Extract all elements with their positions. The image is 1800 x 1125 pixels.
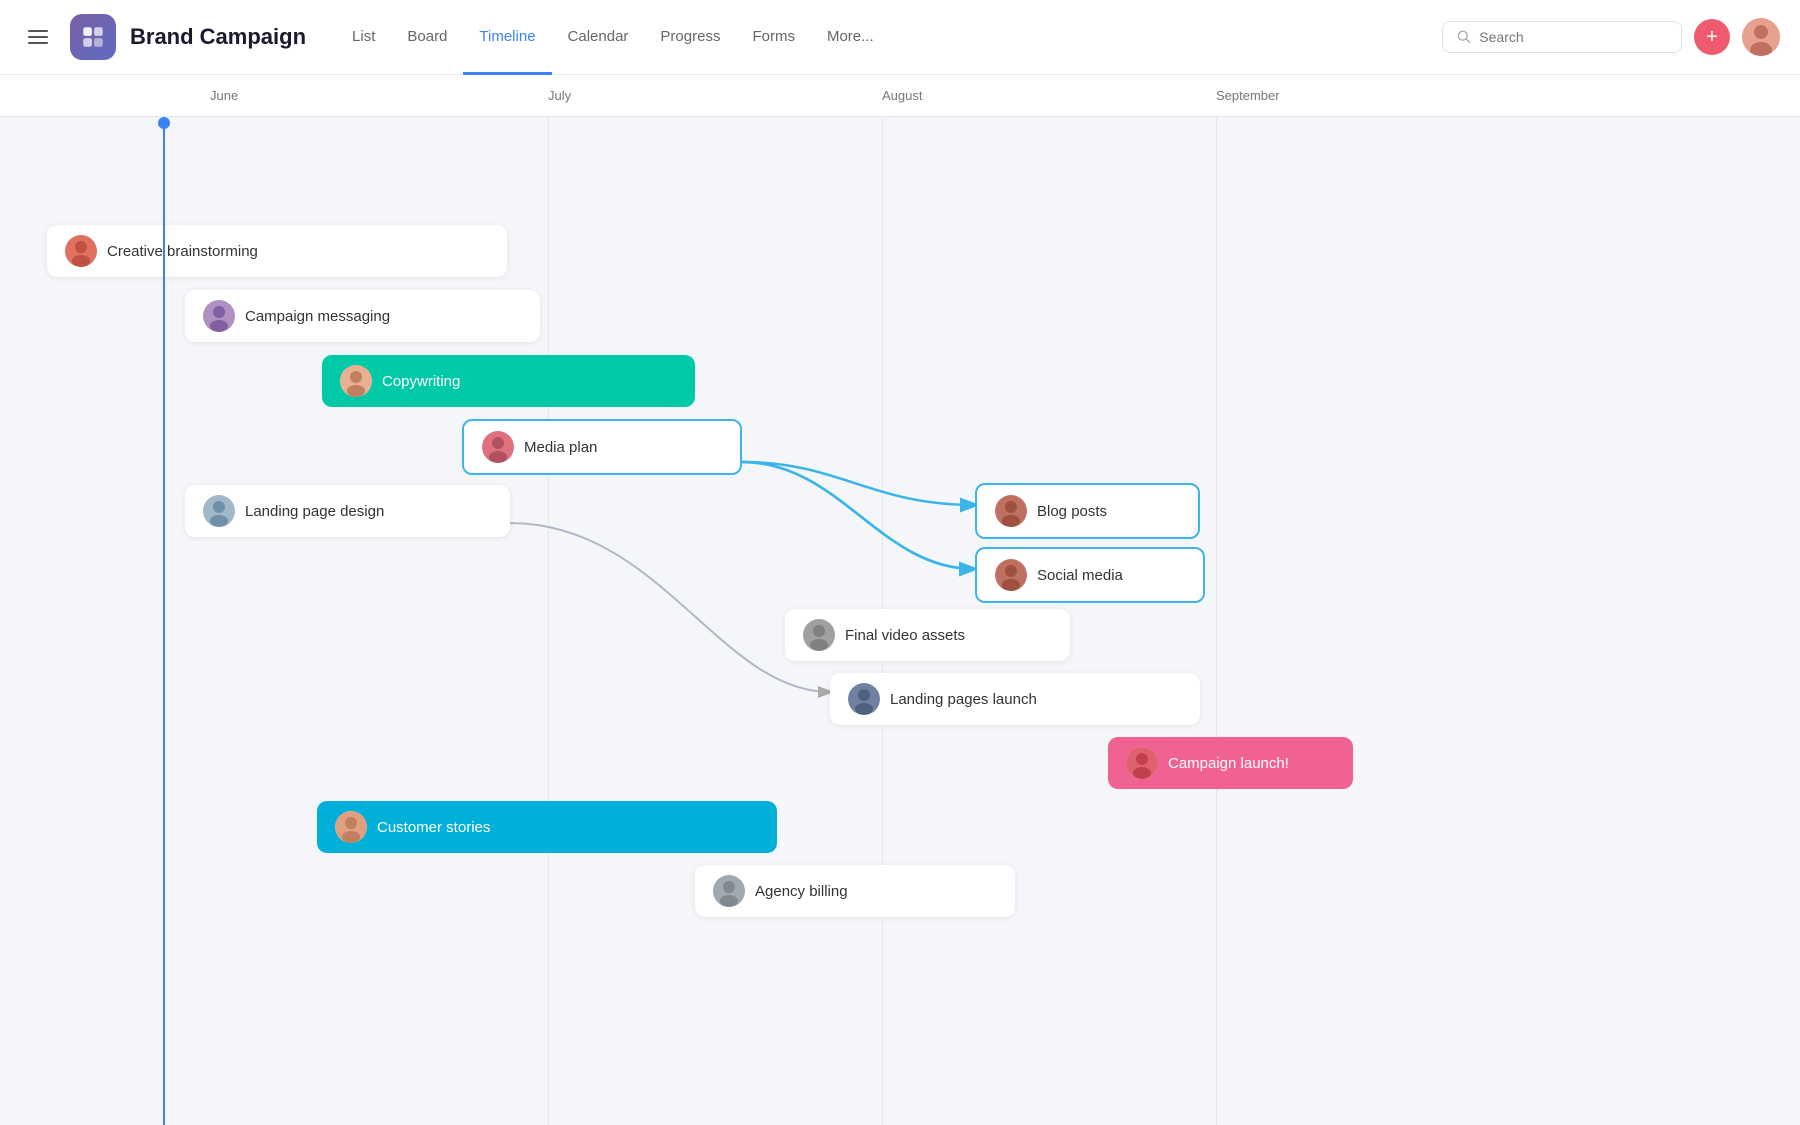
app-icon <box>70 14 116 60</box>
task-blog-posts[interactable]: Blog posts <box>975 483 1200 539</box>
task-landing-page-design[interactable]: Landing page design <box>185 485 510 537</box>
task-label-creative-brainstorming: Creative brainstorming <box>107 243 258 260</box>
task-final-video-assets[interactable]: Final video assets <box>785 609 1070 661</box>
avatar-landing-page-design <box>203 495 235 527</box>
task-label-campaign-messaging: Campaign messaging <box>245 308 390 325</box>
task-label-social-media: Social media <box>1037 567 1123 584</box>
task-label-agency-billing: Agency billing <box>755 883 848 900</box>
tab-more[interactable]: More... <box>811 1 890 75</box>
task-label-campaign-launch: Campaign launch! <box>1168 755 1289 772</box>
task-landing-pages-launch[interactable]: Landing pages launch <box>830 673 1200 725</box>
task-label-landing-page-design: Landing page design <box>245 503 384 520</box>
avatar-social-media <box>995 559 1027 591</box>
task-social-media[interactable]: Social media <box>975 547 1205 603</box>
month-august: August <box>882 88 922 103</box>
month-june: June <box>210 88 238 103</box>
task-campaign-messaging[interactable]: Campaign messaging <box>185 290 540 342</box>
timeline-container: June July August September <box>0 75 1800 1125</box>
grid-line-september <box>1216 117 1217 1125</box>
month-july: July <box>548 88 571 103</box>
month-header: June July August September <box>0 75 1800 117</box>
avatar-blog-posts <box>995 495 1027 527</box>
project-title: Brand Campaign <box>130 24 306 50</box>
topbar-right: + <box>1442 18 1780 56</box>
avatar-landing-pages-launch <box>848 683 880 715</box>
task-label-copywriting: Copywriting <box>382 373 460 390</box>
tab-timeline[interactable]: Timeline <box>463 1 551 75</box>
avatar-campaign-messaging <box>203 300 235 332</box>
task-copywriting[interactable]: Copywriting <box>322 355 695 407</box>
task-creative-brainstorming[interactable]: Creative brainstorming <box>47 225 507 277</box>
user-avatar[interactable] <box>1742 18 1780 56</box>
menu-button[interactable] <box>20 19 56 55</box>
task-label-customer-stories: Customer stories <box>377 819 490 836</box>
nav-tabs: List Board Timeline Calendar Progress Fo… <box>336 0 890 74</box>
tab-progress[interactable]: Progress <box>644 1 736 75</box>
task-label-final-video-assets: Final video assets <box>845 627 965 644</box>
task-label-landing-pages-launch: Landing pages launch <box>890 691 1037 708</box>
tab-forms[interactable]: Forms <box>736 1 811 75</box>
search-input[interactable] <box>1479 29 1667 45</box>
today-line <box>163 117 165 1125</box>
task-media-plan[interactable]: Media plan <box>462 419 742 475</box>
search-box[interactable] <box>1442 21 1682 53</box>
tab-calendar[interactable]: Calendar <box>552 1 645 75</box>
avatar-creative-brainstorming <box>65 235 97 267</box>
avatar-final-video-assets <box>803 619 835 651</box>
grid-line-july <box>548 117 549 1125</box>
today-dot <box>158 117 170 129</box>
avatar-agency-billing <box>713 875 745 907</box>
task-customer-stories[interactable]: Customer stories <box>317 801 777 853</box>
avatar-media-plan <box>482 431 514 463</box>
task-campaign-launch[interactable]: Campaign launch! <box>1108 737 1353 789</box>
task-label-blog-posts: Blog posts <box>1037 503 1107 520</box>
task-agency-billing[interactable]: Agency billing <box>695 865 1015 917</box>
task-label-media-plan: Media plan <box>524 439 597 456</box>
tab-board[interactable]: Board <box>391 1 463 75</box>
avatar-copywriting <box>340 365 372 397</box>
topbar: Brand Campaign List Board Timeline Calen… <box>0 0 1800 75</box>
tab-list[interactable]: List <box>336 1 391 75</box>
avatar-customer-stories <box>335 811 367 843</box>
month-september: September <box>1216 88 1280 103</box>
avatar-campaign-launch <box>1126 747 1158 779</box>
search-icon <box>1457 29 1471 45</box>
add-button[interactable]: + <box>1694 19 1730 55</box>
